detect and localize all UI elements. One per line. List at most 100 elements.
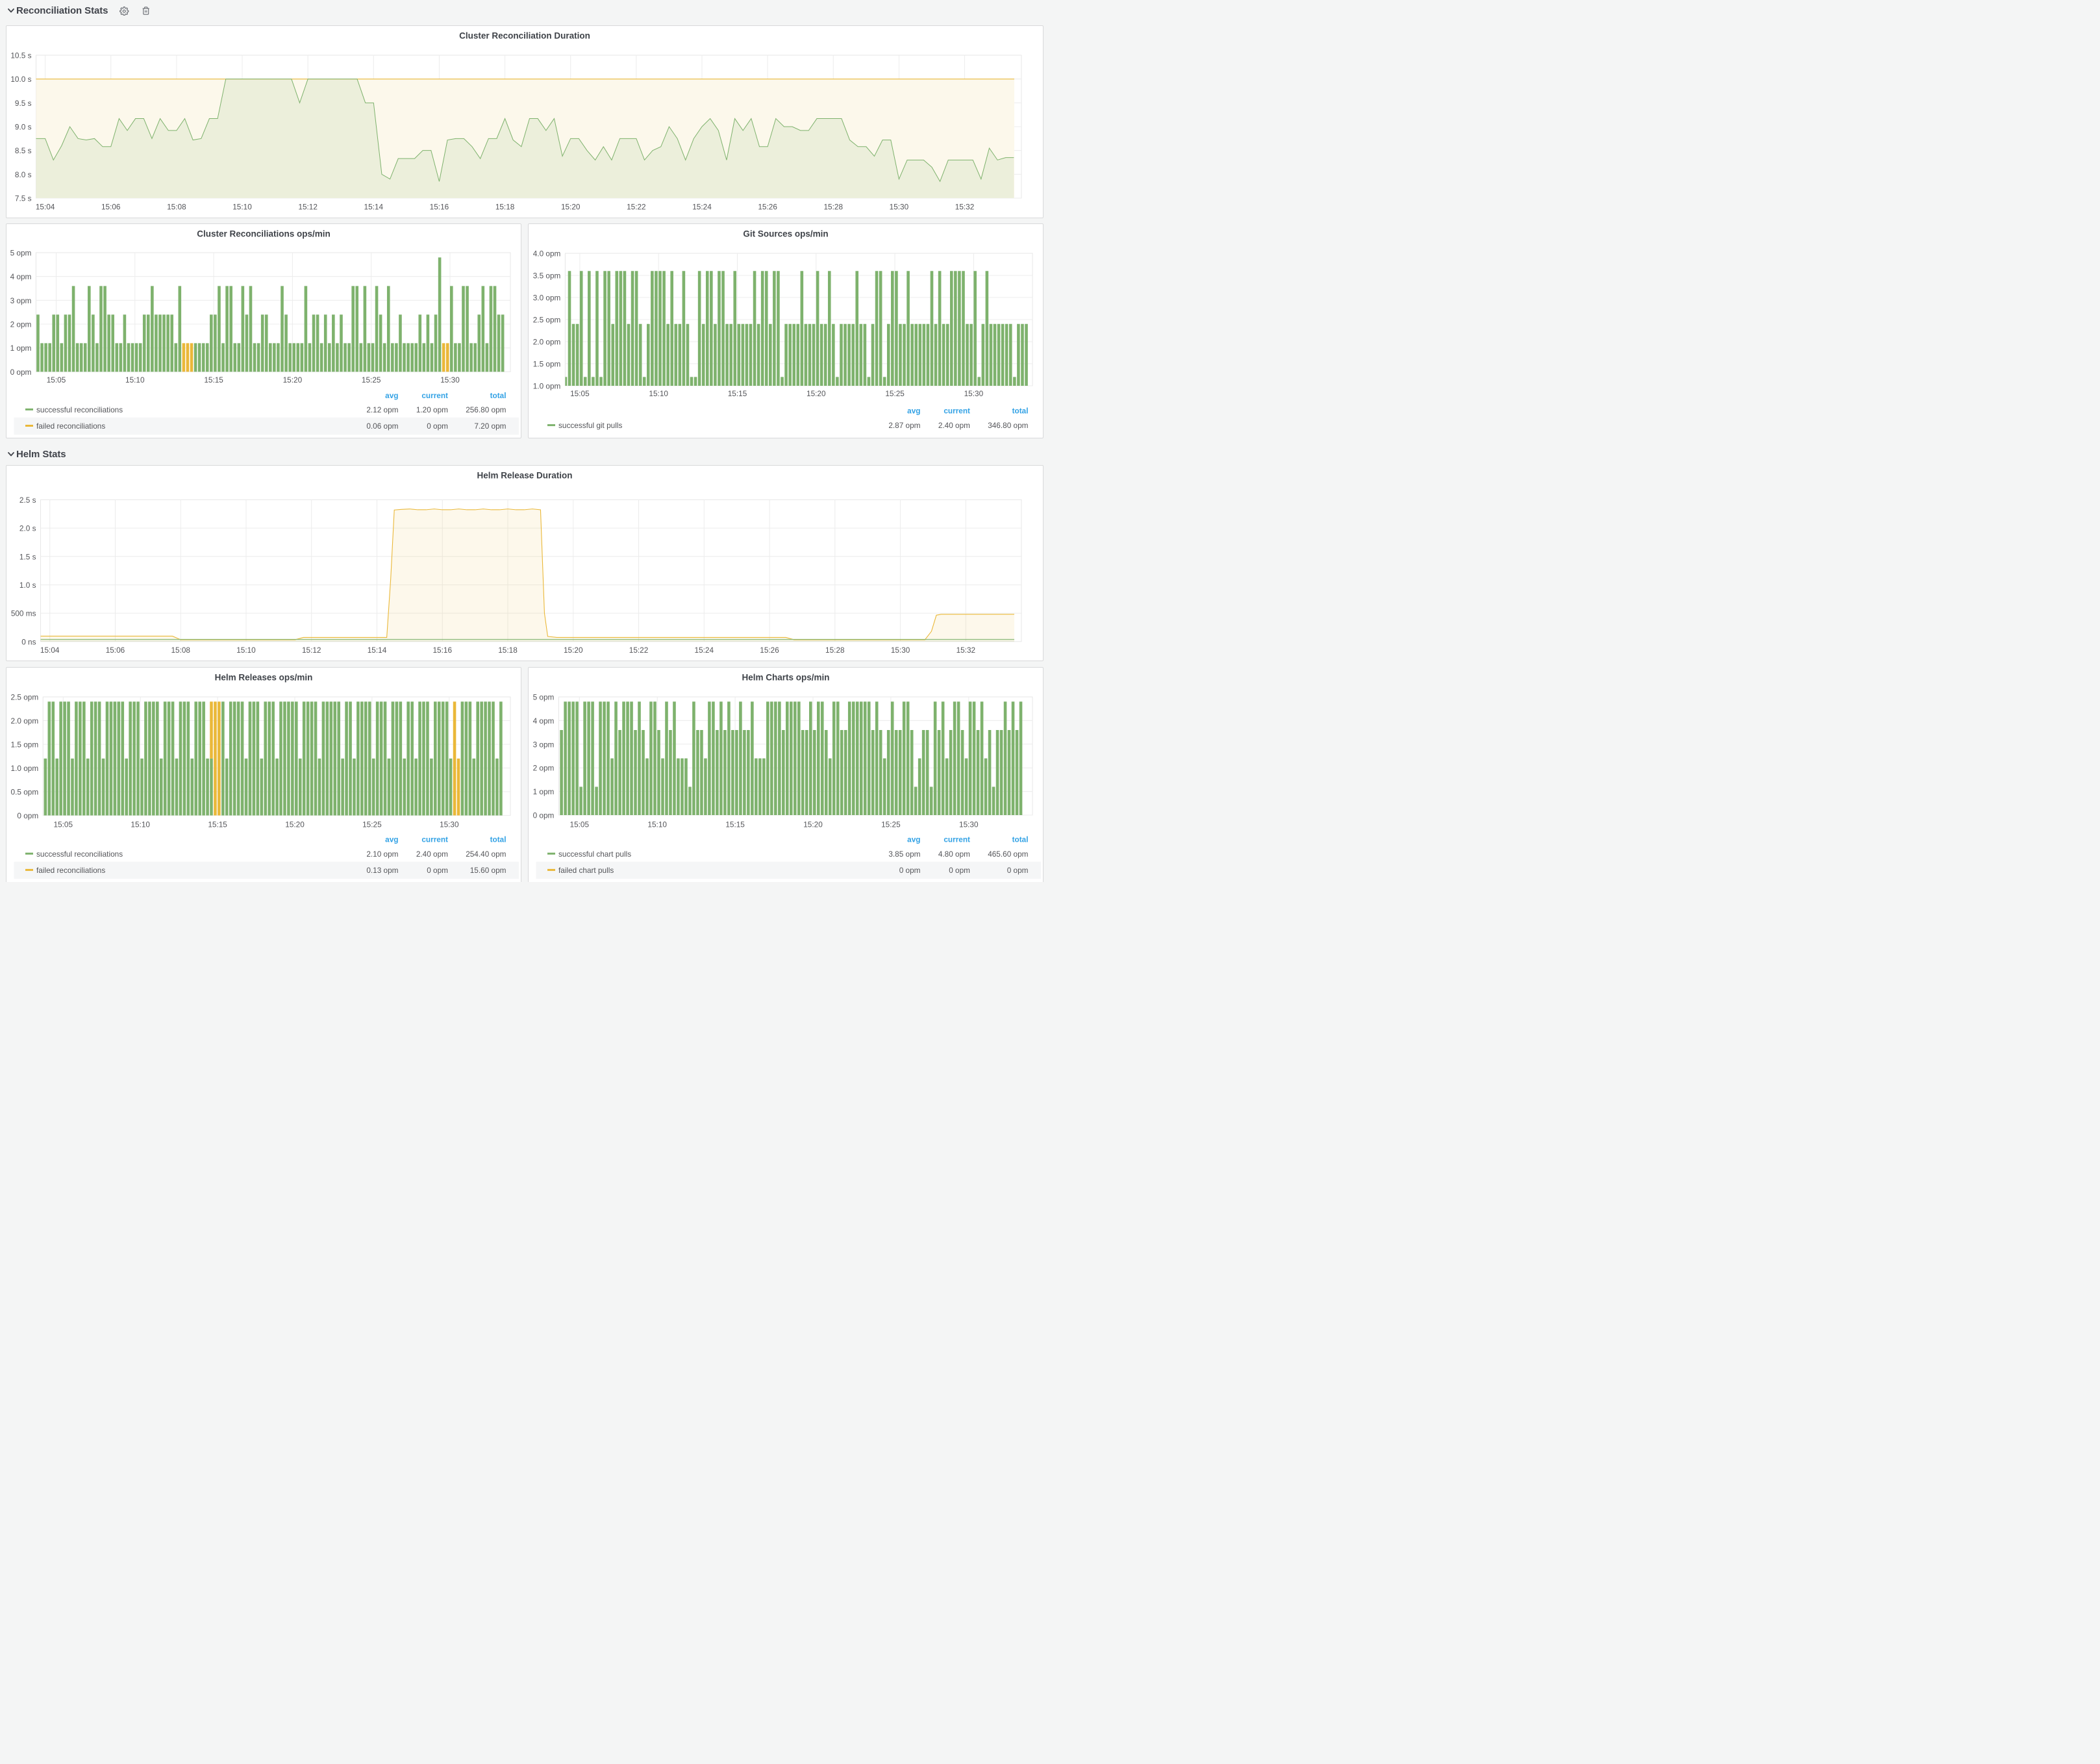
- svg-text:15:04: 15:04: [40, 646, 60, 655]
- svg-text:500 ms: 500 ms: [11, 609, 36, 618]
- svg-text:total: total: [490, 835, 506, 844]
- svg-text:0.5 opm: 0.5 opm: [11, 788, 39, 797]
- svg-text:15:15: 15:15: [208, 820, 227, 829]
- svg-text:15:30: 15:30: [959, 820, 979, 829]
- svg-text:Git Sources ops/min: Git Sources ops/min: [743, 229, 828, 239]
- svg-text:0 opm: 0 opm: [1007, 866, 1029, 875]
- svg-text:current: current: [421, 391, 448, 400]
- svg-text:15:30: 15:30: [964, 389, 984, 398]
- svg-text:avg: avg: [907, 407, 920, 416]
- svg-text:15:12: 15:12: [302, 646, 321, 655]
- svg-text:2.87 opm: 2.87 opm: [888, 421, 920, 430]
- svg-text:3 opm: 3 opm: [10, 296, 32, 305]
- svg-text:3 opm: 3 opm: [533, 740, 555, 749]
- svg-text:0 opm: 0 opm: [899, 866, 921, 875]
- svg-text:7.5 s: 7.5 s: [15, 194, 32, 203]
- svg-text:15:32: 15:32: [955, 203, 975, 212]
- svg-text:15:10: 15:10: [125, 375, 145, 384]
- svg-text:1.0 opm: 1.0 opm: [11, 764, 39, 773]
- svg-text:465.60 opm: 465.60 opm: [988, 850, 1028, 859]
- svg-text:15:04: 15:04: [36, 203, 55, 212]
- svg-text:Cluster Reconciliations ops/mi: Cluster Reconciliations ops/min: [197, 229, 331, 239]
- svg-text:0.13 opm: 0.13 opm: [366, 866, 398, 875]
- svg-text:2.5 opm: 2.5 opm: [533, 316, 561, 325]
- svg-text:1 opm: 1 opm: [10, 344, 32, 353]
- svg-text:total: total: [1012, 835, 1029, 844]
- svg-text:15:30: 15:30: [890, 203, 909, 212]
- svg-text:1.5 s: 1.5 s: [19, 552, 36, 561]
- svg-text:total: total: [1012, 407, 1029, 416]
- svg-text:10.0 s: 10.0 s: [10, 75, 31, 84]
- svg-text:15:10: 15:10: [131, 820, 150, 829]
- svg-text:15:28: 15:28: [825, 646, 845, 655]
- svg-text:successful git pulls: successful git pulls: [558, 421, 622, 430]
- svg-text:3.5 opm: 3.5 opm: [533, 271, 561, 281]
- svg-text:15:22: 15:22: [629, 646, 649, 655]
- svg-text:15:18: 15:18: [495, 203, 515, 212]
- svg-text:2.40 opm: 2.40 opm: [938, 421, 970, 430]
- svg-text:5 opm: 5 opm: [533, 693, 555, 702]
- svg-text:15:32: 15:32: [956, 646, 976, 655]
- svg-text:4 opm: 4 opm: [533, 716, 555, 725]
- svg-text:15:20: 15:20: [283, 375, 303, 384]
- svg-text:avg: avg: [385, 391, 398, 400]
- svg-text:2.5 opm: 2.5 opm: [11, 693, 39, 702]
- svg-text:0 opm: 0 opm: [17, 811, 38, 820]
- svg-text:4.0 opm: 4.0 opm: [533, 249, 561, 258]
- svg-text:15:30: 15:30: [440, 375, 460, 384]
- svg-text:15:15: 15:15: [728, 389, 747, 398]
- svg-text:total: total: [490, 391, 506, 400]
- svg-text:1 opm: 1 opm: [533, 787, 555, 796]
- svg-text:15:05: 15:05: [570, 389, 590, 398]
- svg-text:4 opm: 4 opm: [10, 272, 32, 281]
- svg-text:failed chart pulls: failed chart pulls: [558, 866, 614, 875]
- svg-text:15:10: 15:10: [232, 203, 252, 212]
- svg-text:15:25: 15:25: [885, 389, 905, 398]
- svg-text:15:20: 15:20: [806, 389, 826, 398]
- svg-text:15:10: 15:10: [236, 646, 256, 655]
- svg-text:15:16: 15:16: [430, 203, 449, 212]
- svg-text:254.40 opm: 254.40 opm: [466, 850, 506, 859]
- svg-text:failed reconciliations: failed reconciliations: [36, 866, 105, 875]
- svg-text:8.5 s: 8.5 s: [15, 146, 32, 155]
- svg-text:0 opm: 0 opm: [10, 368, 32, 377]
- svg-text:0 opm: 0 opm: [533, 811, 555, 820]
- svg-text:9.0 s: 9.0 s: [15, 123, 32, 132]
- svg-text:0.06 opm: 0.06 opm: [366, 422, 398, 431]
- svg-text:15:20: 15:20: [285, 820, 305, 829]
- svg-text:Helm Release Duration: Helm Release Duration: [477, 471, 572, 481]
- svg-text:2.40 opm: 2.40 opm: [416, 850, 448, 859]
- svg-text:15:25: 15:25: [881, 820, 901, 829]
- svg-text:15:06: 15:06: [101, 203, 121, 212]
- svg-text:15:20: 15:20: [803, 820, 823, 829]
- svg-text:256.80 opm: 256.80 opm: [466, 405, 506, 414]
- svg-text:15:22: 15:22: [627, 203, 646, 212]
- svg-text:15:10: 15:10: [649, 389, 668, 398]
- svg-text:8.0 s: 8.0 s: [15, 170, 32, 179]
- svg-text:15:16: 15:16: [432, 646, 452, 655]
- svg-text:current: current: [944, 407, 970, 416]
- svg-text:0 ns: 0 ns: [21, 637, 36, 646]
- svg-text:3.0 opm: 3.0 opm: [533, 294, 561, 303]
- svg-text:15:28: 15:28: [824, 203, 844, 212]
- svg-text:15:26: 15:26: [758, 203, 777, 212]
- svg-text:Helm Charts ops/min: Helm Charts ops/min: [742, 673, 829, 683]
- svg-text:2 opm: 2 opm: [533, 764, 555, 773]
- svg-text:15:12: 15:12: [298, 203, 318, 212]
- svg-text:15:30: 15:30: [440, 820, 459, 829]
- svg-text:0 opm: 0 opm: [427, 422, 448, 431]
- svg-text:15:15: 15:15: [725, 820, 745, 829]
- svg-text:1.5 opm: 1.5 opm: [533, 360, 561, 369]
- svg-text:1.0 opm: 1.0 opm: [533, 382, 561, 391]
- svg-text:successful reconciliations: successful reconciliations: [36, 405, 123, 414]
- svg-text:15:20: 15:20: [564, 646, 583, 655]
- svg-text:1.20 opm: 1.20 opm: [416, 405, 448, 414]
- svg-text:avg: avg: [907, 835, 920, 844]
- svg-text:15:05: 15:05: [47, 375, 66, 384]
- svg-text:15:25: 15:25: [362, 820, 382, 829]
- svg-text:15:26: 15:26: [760, 646, 779, 655]
- svg-text:failed reconciliations: failed reconciliations: [36, 422, 105, 431]
- svg-text:2.12 opm: 2.12 opm: [366, 405, 398, 414]
- svg-text:15:30: 15:30: [891, 646, 910, 655]
- svg-text:15:06: 15:06: [106, 646, 125, 655]
